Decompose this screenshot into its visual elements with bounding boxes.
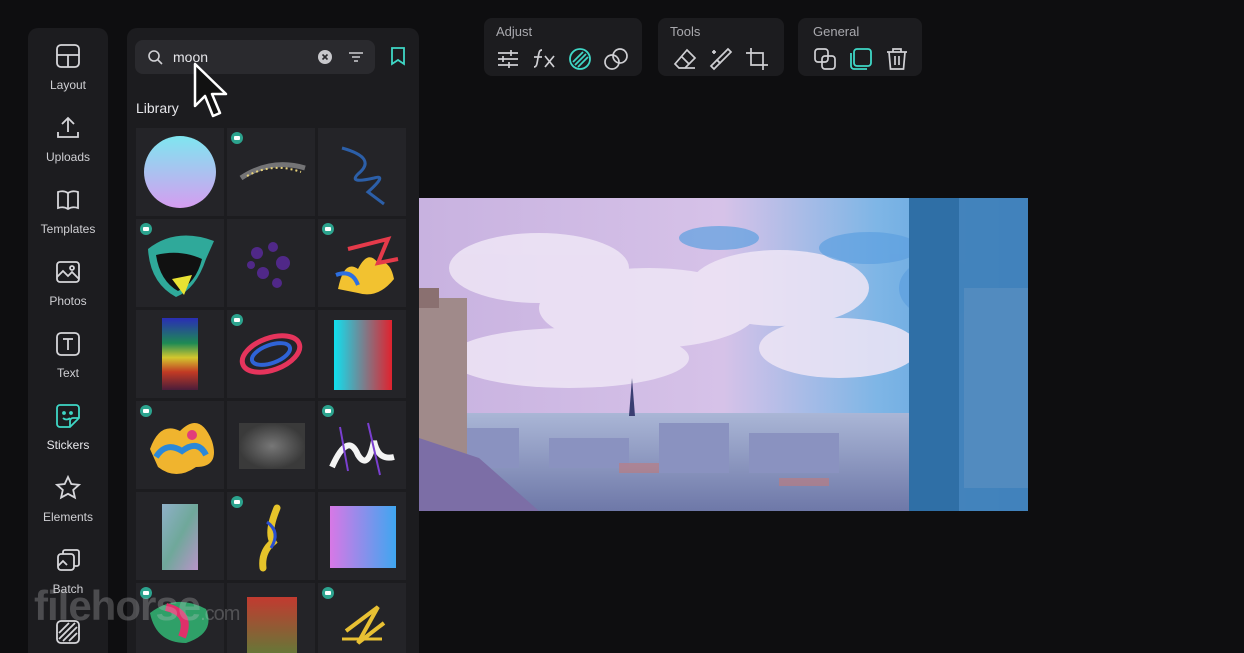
- sidebar-item-templates[interactable]: Templates: [28, 186, 108, 250]
- duplicate-button[interactable]: [812, 46, 838, 72]
- watermark-suffix: .com: [200, 603, 240, 625]
- layer-button[interactable]: [848, 46, 874, 72]
- library-title: Library: [136, 100, 179, 116]
- watermark-text: filehorse: [34, 582, 201, 629]
- sidebar-item-label: Text: [56, 366, 79, 380]
- clear-search-icon[interactable]: [318, 50, 332, 64]
- watermark: filehorse.com: [34, 582, 240, 630]
- layout-icon: [56, 44, 80, 68]
- sticker-item[interactable]: [318, 310, 406, 398]
- sticker-grid: [136, 128, 408, 653]
- photos-icon: [56, 261, 80, 283]
- premium-badge: [322, 587, 334, 599]
- sticker-item[interactable]: [318, 219, 406, 307]
- sticker-item[interactable]: [227, 583, 315, 653]
- layers-icon: [850, 48, 872, 70]
- sticker-item[interactable]: [227, 310, 315, 398]
- stickers-icon: [56, 404, 80, 428]
- delete-button[interactable]: [884, 46, 910, 72]
- sidebar-item-stickers[interactable]: Stickers: [28, 402, 108, 466]
- adjustments-button[interactable]: [495, 46, 521, 72]
- effects-button[interactable]: [531, 46, 557, 72]
- tools-title: Tools: [670, 24, 701, 39]
- sidebar-item-label: Photos: [49, 294, 87, 308]
- crop-button[interactable]: [744, 46, 770, 72]
- canvas-photo[interactable]: [419, 198, 1028, 511]
- sticker-item[interactable]: [227, 492, 315, 580]
- tools-toolbar: Tools: [658, 18, 784, 76]
- sliders-icon: [498, 50, 518, 68]
- sidebar-item-elements[interactable]: Elements: [28, 474, 108, 538]
- sidebar-item-label: Uploads: [45, 150, 91, 164]
- adjust-title: Adjust: [496, 24, 533, 39]
- trash-icon: [887, 48, 907, 70]
- templates-icon: [57, 190, 79, 211]
- magic-brush-button[interactable]: [708, 46, 734, 72]
- sticker-item[interactable]: [136, 492, 224, 580]
- crop-icon: [746, 48, 768, 70]
- premium-badge: [231, 496, 243, 508]
- sidebar-item-layout[interactable]: Layout: [28, 42, 108, 106]
- sticker-item[interactable]: [227, 128, 315, 216]
- general-title: General: [813, 24, 860, 39]
- upload-icon: [57, 116, 79, 138]
- sidebar-item-photos[interactable]: Photos: [28, 258, 108, 322]
- sidebar-item-label: Layout: [49, 78, 87, 92]
- sticker-item[interactable]: [318, 401, 406, 489]
- general-toolbar: General: [798, 18, 922, 76]
- overlap-circles-icon: [604, 48, 628, 70]
- premium-badge: [140, 405, 152, 417]
- sidebar-item-uploads[interactable]: Uploads: [28, 114, 108, 178]
- library-panel: moon Library: [127, 28, 419, 653]
- premium-badge: [140, 223, 152, 235]
- sticker-item[interactable]: [136, 128, 224, 216]
- premium-badge: [231, 314, 243, 326]
- bookmark-icon[interactable]: [389, 46, 407, 66]
- sidebar-item-text[interactable]: Text: [28, 330, 108, 394]
- sticker-item[interactable]: [136, 310, 224, 398]
- sidebar-item-label: Elements: [42, 510, 94, 524]
- premium-badge: [231, 132, 243, 144]
- batch-icon: [57, 549, 80, 571]
- sidebar-rail: Layout Uploads Templates Photos Text Sti…: [28, 28, 108, 653]
- star-icon: [54, 474, 82, 500]
- sticker-item[interactable]: [318, 128, 406, 216]
- blend-button[interactable]: [567, 46, 593, 72]
- search-input[interactable]: moon: [135, 40, 375, 74]
- duplicate-icon: [814, 48, 836, 70]
- magic-wand-icon: [709, 47, 733, 71]
- premium-badge: [322, 223, 334, 235]
- fx-icon: [533, 49, 555, 68]
- sidebar-item-label: Templates: [40, 222, 96, 236]
- sticker-item[interactable]: [227, 401, 315, 489]
- mouse-cursor-icon: [193, 62, 228, 118]
- sidebar-item-label: Stickers: [46, 438, 90, 452]
- text-icon: [56, 332, 80, 356]
- filter-icon[interactable]: [348, 49, 364, 65]
- adjust-toolbar: Adjust: [484, 18, 642, 76]
- overlay-button[interactable]: [603, 46, 629, 72]
- sticker-item[interactable]: [318, 583, 406, 653]
- premium-badge: [322, 405, 334, 417]
- search-icon: [148, 50, 163, 65]
- blend-icon: [569, 48, 591, 70]
- eraser-icon: [673, 48, 697, 69]
- sticker-item[interactable]: [318, 492, 406, 580]
- sticker-item[interactable]: [136, 219, 224, 307]
- sticker-item[interactable]: [136, 401, 224, 489]
- sticker-item[interactable]: [227, 219, 315, 307]
- eraser-button[interactable]: [672, 46, 698, 72]
